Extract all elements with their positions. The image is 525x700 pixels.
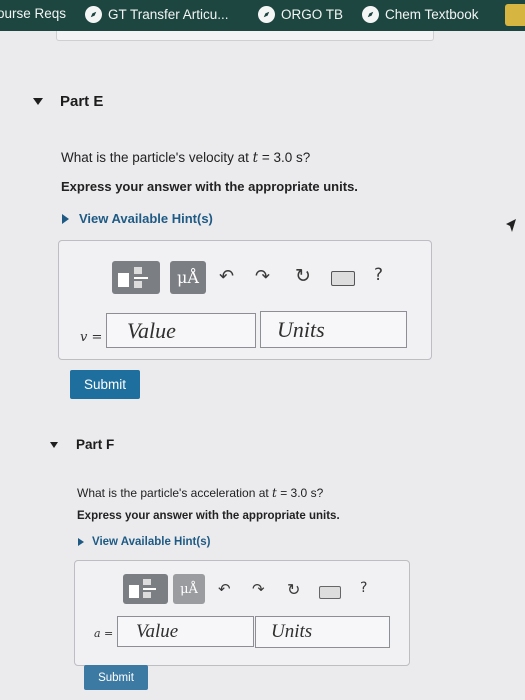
collapse-part-f-icon[interactable] <box>50 442 58 448</box>
question-text: What is the particle's velocity at <box>61 150 253 165</box>
mouse-cursor-icon <box>506 219 516 232</box>
bookmark-overflow-icon[interactable] <box>505 4 525 26</box>
question-value: = 3.0 s? <box>276 486 324 500</box>
undo-icon[interactable]: ↶ <box>218 580 231 598</box>
bookmark-label: ourse Reqs <box>0 6 67 21</box>
collapse-part-e-icon[interactable] <box>33 98 43 105</box>
acceleration-label: a = <box>94 627 114 640</box>
reset-icon[interactable]: ↻ <box>295 265 311 287</box>
part-e-title: Part E <box>60 93 104 110</box>
hint-link-label: View Available Hint(s) <box>79 211 213 226</box>
reset-icon[interactable]: ↻ <box>287 580 300 599</box>
safari-icon <box>362 6 379 23</box>
expand-triangle-icon <box>78 538 84 546</box>
part-f-question: What is the particle's acceleration at t… <box>77 486 323 500</box>
redo-icon[interactable]: ↷ <box>255 266 270 287</box>
bookmark-course-reqs[interactable]: ourse Reqs <box>0 6 66 21</box>
question-value: = 3.0 s? <box>258 150 311 165</box>
part-e-question: What is the particle's velocity at t = 3… <box>61 150 310 166</box>
bookmarks-bar: ourse Reqs GT Transfer Articu... ORGO TB… <box>0 0 525 31</box>
bookmark-label: ORGO TB <box>281 7 344 22</box>
undo-icon[interactable]: ↶ <box>219 266 234 287</box>
safari-icon <box>258 6 275 23</box>
units-icon[interactable]: μÅ <box>173 574 205 604</box>
bookmark-label: GT Transfer Articu... <box>108 7 229 22</box>
velocity-units-input[interactable]: Units <box>260 311 407 348</box>
units-icon[interactable]: μÅ <box>170 261 206 294</box>
hint-link-label: View Available Hint(s) <box>92 536 211 548</box>
part-f-instruction: Express your answer with the appropriate… <box>77 510 340 522</box>
part-f-title: Part F <box>76 437 115 452</box>
part-e-hint-link[interactable]: View Available Hint(s) <box>62 211 213 226</box>
help-icon[interactable]: ? <box>374 265 383 285</box>
redo-icon[interactable]: ↷ <box>252 580 265 598</box>
templates-icon[interactable] <box>112 261 160 294</box>
acceleration-value-input[interactable]: Value <box>117 616 254 647</box>
bookmark-chem-textbook[interactable]: Chem Textbook <box>362 6 479 23</box>
bookmark-label: Chem Textbook <box>385 7 479 22</box>
help-icon[interactable]: ? <box>360 580 367 596</box>
velocity-label: v = <box>80 330 103 345</box>
keyboard-icon[interactable] <box>319 586 341 599</box>
bookmark-gt-transfer[interactable]: GT Transfer Articu... <box>85 6 229 23</box>
part-e-answer-box: μÅ ↶ ↷ ↻ ? v = Value Units <box>58 240 432 360</box>
part-f-submit-button[interactable]: Submit <box>84 665 148 690</box>
velocity-value-input[interactable]: Value <box>106 313 256 348</box>
previous-answer-card <box>56 31 434 41</box>
question-text: What is the particle's acceleration at <box>77 486 273 500</box>
safari-icon <box>85 6 102 23</box>
bookmark-orgo-tb[interactable]: ORGO TB <box>258 6 343 23</box>
part-e-instruction: Express your answer with the appropriate… <box>61 179 358 194</box>
expand-triangle-icon <box>62 213 69 224</box>
templates-icon[interactable] <box>123 574 168 604</box>
acceleration-units-input[interactable]: Units <box>255 616 390 648</box>
part-f-answer-box: μÅ ↶ ↷ ↻ ? a = Value Units <box>74 560 410 666</box>
part-f-hint-link[interactable]: View Available Hint(s) <box>78 536 210 548</box>
keyboard-icon[interactable] <box>331 271 355 286</box>
part-e-submit-button[interactable]: Submit <box>70 370 140 399</box>
